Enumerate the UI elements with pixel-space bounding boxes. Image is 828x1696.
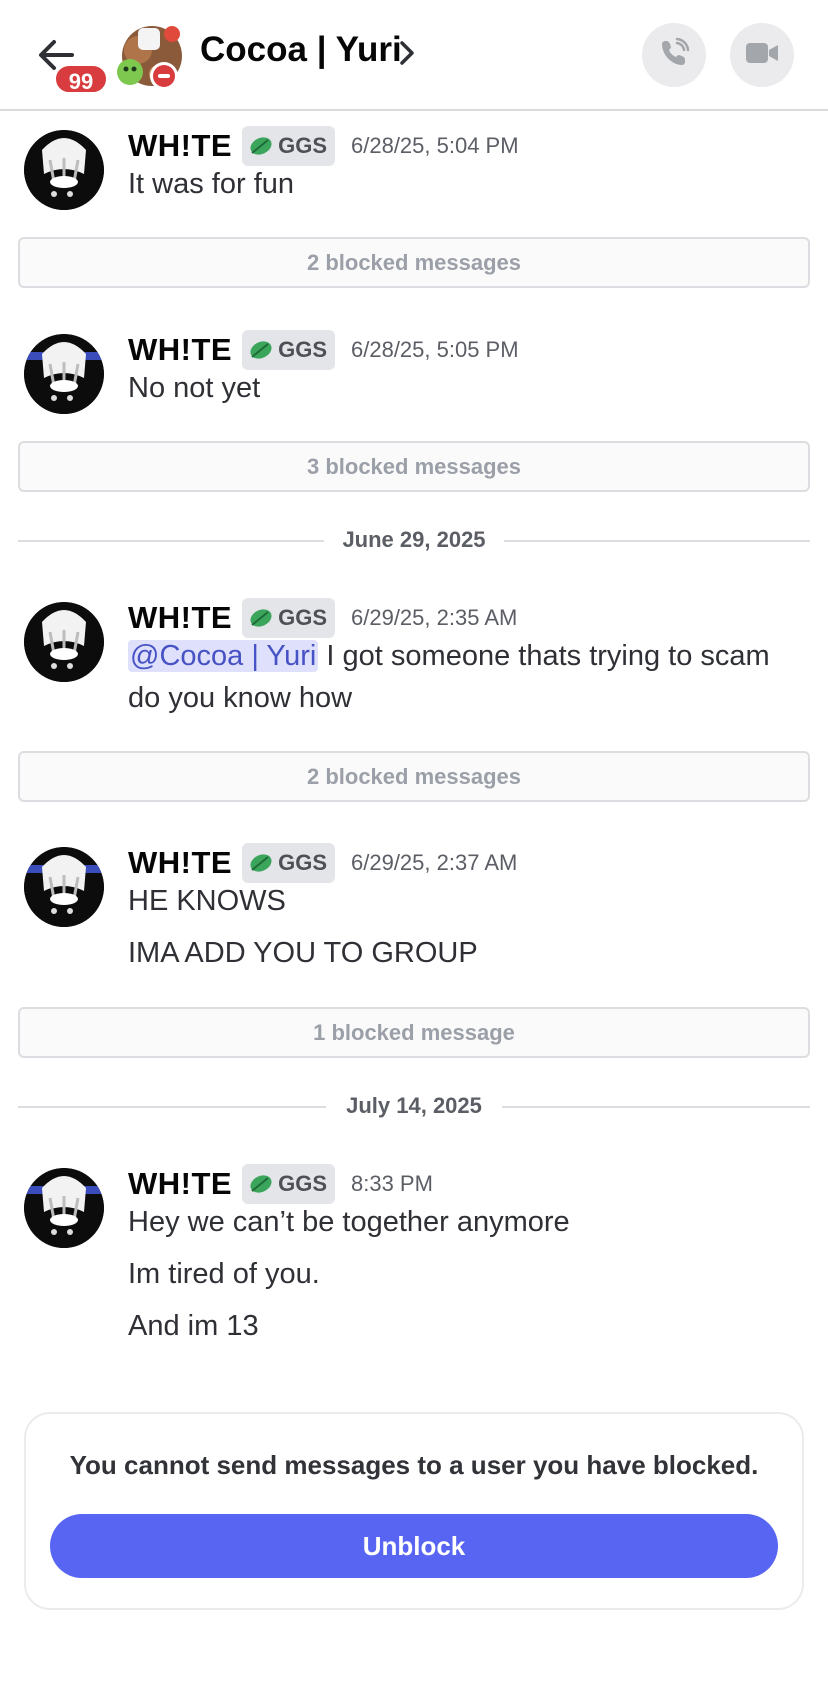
- leaf-icon: [250, 137, 272, 155]
- guild-tag-label: GGS: [278, 1171, 327, 1196]
- author-name[interactable]: WH!TE: [128, 128, 232, 164]
- message-group[interactable]: WH!TE GGS 8:33 PM Hey we can’t be togeth…: [0, 1162, 828, 1352]
- leaf-icon: [250, 1175, 272, 1193]
- timestamp: 6/29/25, 2:35 AM: [351, 605, 518, 630]
- video-camera-icon: [745, 40, 779, 71]
- channel-title[interactable]: Cocoa | Yuri: [200, 30, 402, 70]
- guild-tag[interactable]: GGS: [242, 126, 335, 166]
- author-name[interactable]: WH!TE: [128, 600, 232, 636]
- message-text: Hey we can’t be together anymore: [128, 1206, 570, 1238]
- leaf-icon: [250, 341, 272, 359]
- blocked-messages-bar[interactable]: 2 blocked messages: [18, 237, 810, 288]
- leaf-icon: [250, 609, 272, 627]
- guild-tag[interactable]: GGS: [242, 843, 335, 883]
- guild-tag-label: GGS: [278, 850, 327, 875]
- message-text: It was for fun: [128, 168, 295, 200]
- message-text: do you know how: [128, 682, 353, 714]
- timestamp: 6/28/25, 5:05 PM: [351, 337, 519, 362]
- timestamp: 6/29/25, 2:37 AM: [351, 850, 518, 875]
- timestamp: 6/28/25, 5:04 PM: [351, 133, 519, 158]
- voice-call-button[interactable]: [642, 23, 706, 87]
- chevron-right-icon[interactable]: [396, 38, 420, 68]
- date-divider: July 14, 2025: [18, 1091, 810, 1121]
- author-name[interactable]: WH!TE: [128, 1166, 232, 1202]
- author-name[interactable]: WH!TE: [128, 845, 232, 881]
- channel-header: 99 Cocoa | Yuri: [0, 0, 828, 111]
- message-text: IMA ADD YOU TO GROUP: [128, 937, 478, 969]
- author-name[interactable]: WH!TE: [128, 332, 232, 368]
- date-divider: June 29, 2025: [18, 525, 810, 555]
- message-text: And im 13: [128, 1310, 259, 1342]
- leaf-icon: [250, 854, 272, 872]
- user-mention[interactable]: @Cocoa | Yuri: [128, 640, 319, 672]
- message-text-fragment: I got someone thats trying to scam: [318, 640, 770, 672]
- video-call-button[interactable]: [730, 23, 794, 87]
- avatar[interactable]: [24, 130, 104, 210]
- guild-tag-label: GGS: [278, 605, 327, 630]
- avatar[interactable]: [24, 847, 104, 927]
- dnd-status-icon: [150, 62, 178, 90]
- blocked-messages-bar[interactable]: 1 blocked message: [18, 1007, 810, 1058]
- timestamp: 8:33 PM: [351, 1171, 433, 1196]
- message-text: Im tired of you.: [128, 1258, 320, 1290]
- unblock-button[interactable]: Unblock: [50, 1514, 778, 1578]
- blocked-user-notice: You cannot send messages to a user you h…: [24, 1412, 804, 1610]
- message-group[interactable]: WH!TE GGS 6/29/25, 2:37 AM HE KNOWS IMA …: [0, 841, 828, 971]
- blocked-notice-text: You cannot send messages to a user you h…: [69, 1450, 759, 1480]
- message-group[interactable]: WH!TE GGS 6/28/25, 5:05 PM No not yet: [0, 328, 828, 418]
- message-text: No not yet: [128, 372, 261, 404]
- guild-tag-label: GGS: [278, 133, 327, 158]
- message-text: HE KNOWS: [128, 885, 286, 917]
- phone-icon: [658, 37, 690, 74]
- date-divider-label: June 29, 2025: [342, 527, 486, 552]
- guild-tag[interactable]: GGS: [242, 330, 335, 370]
- blocked-messages-bar[interactable]: 2 blocked messages: [18, 751, 810, 802]
- blocked-messages-bar[interactable]: 3 blocked messages: [18, 441, 810, 492]
- date-divider-label: July 14, 2025: [346, 1093, 482, 1118]
- avatar[interactable]: [24, 1168, 104, 1248]
- guild-tag[interactable]: GGS: [242, 598, 335, 638]
- message-group[interactable]: WH!TE GGS 6/29/25, 2:35 AM @Cocoa | Yuri…: [0, 596, 828, 716]
- avatar[interactable]: [24, 602, 104, 682]
- unread-badge: 99: [53, 63, 109, 95]
- message-text: @Cocoa | Yuri I got someone thats trying…: [128, 640, 770, 673]
- message-group[interactable]: WH!TE GGS 6/28/25, 5:04 PM It was for fu…: [0, 124, 828, 214]
- guild-tag-label: GGS: [278, 337, 327, 362]
- avatar[interactable]: [24, 334, 104, 414]
- guild-tag[interactable]: GGS: [242, 1164, 335, 1204]
